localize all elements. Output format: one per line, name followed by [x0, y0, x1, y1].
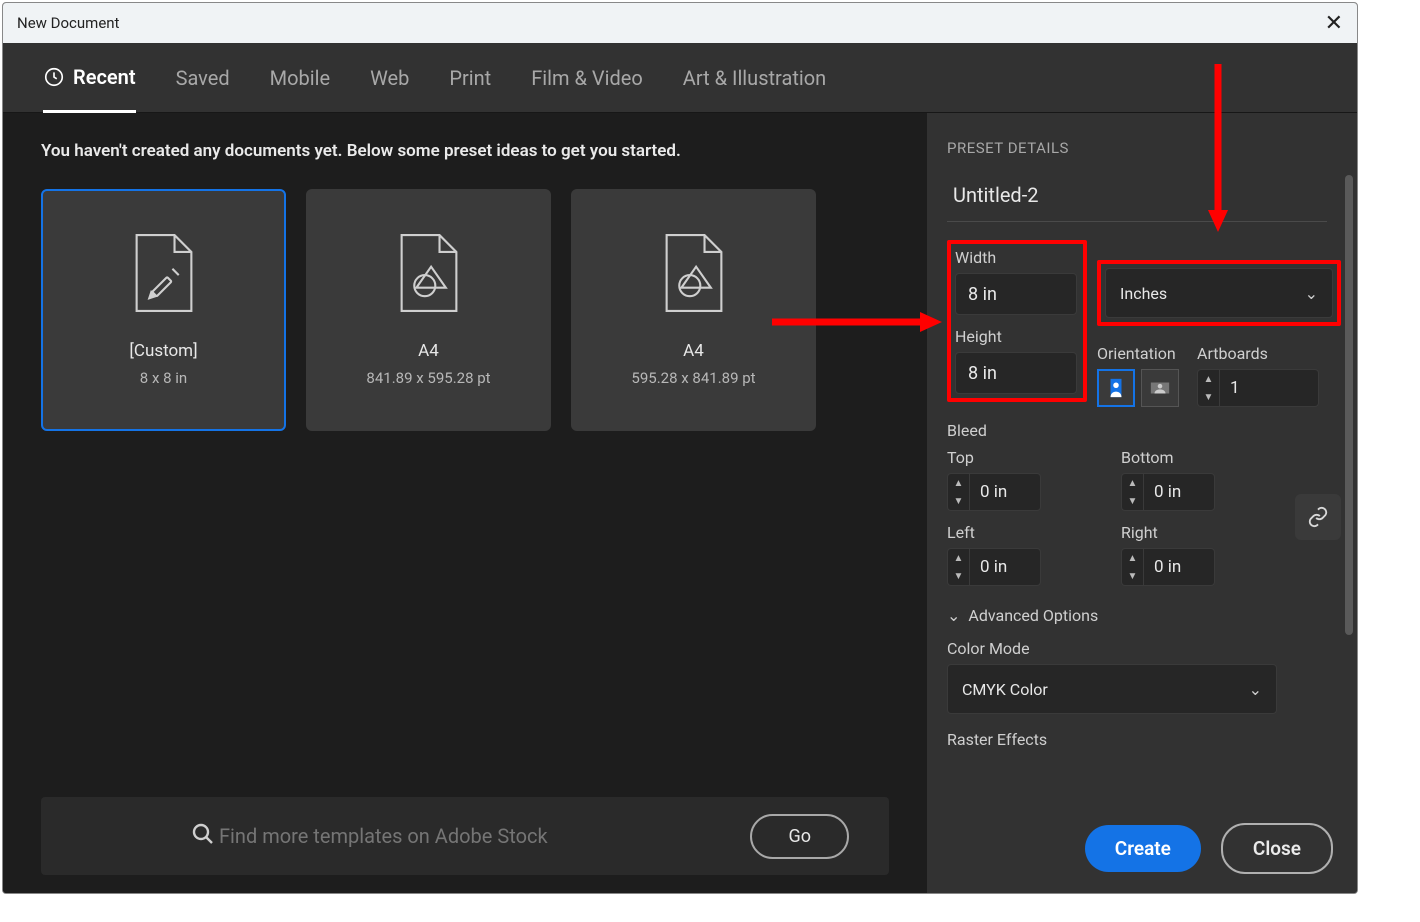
bleed-left-label: Left: [947, 523, 1103, 542]
preset-name: A4: [683, 341, 704, 361]
height-input[interactable]: [955, 352, 1077, 394]
document-a4-icon: [396, 233, 462, 313]
presets-pane: You haven't created any documents yet. B…: [3, 113, 927, 893]
preset-a4-landscape[interactable]: A4 841.89 x 595.28 pt: [306, 189, 551, 431]
dialog-footer: Create Close: [927, 803, 1357, 893]
clock-icon: [43, 66, 65, 88]
category-tabs: Recent Saved Mobile Web Print Film & Vid…: [3, 43, 1357, 113]
tab-web[interactable]: Web: [370, 43, 409, 113]
dialog-title: New Document: [17, 14, 119, 32]
document-name-input[interactable]: Untitled-2: [947, 177, 1327, 222]
document-a4-icon: [661, 233, 727, 313]
close-icon[interactable]: ✕: [1325, 11, 1343, 36]
orientation-landscape[interactable]: [1141, 369, 1179, 407]
bleed-left-input[interactable]: [969, 548, 1041, 586]
preset-dim: 8 x 8 in: [140, 369, 187, 387]
height-label: Height: [955, 327, 1079, 346]
preset-details-label: PRESET DETAILS: [947, 139, 1341, 157]
step-down-icon[interactable]: ▼: [1198, 388, 1219, 406]
bleed-left-stepper[interactable]: ▲▼: [947, 548, 1103, 586]
chevron-down-icon: ⌄: [1249, 680, 1262, 699]
preset-dim: 595.28 x 841.89 pt: [631, 369, 755, 387]
bleed-top-input[interactable]: [969, 473, 1041, 511]
close-button[interactable]: Close: [1221, 823, 1333, 874]
portrait-icon: [1105, 377, 1127, 399]
preset-dim: 841.89 x 595.28 pt: [366, 369, 490, 387]
template-search: Go: [41, 797, 889, 875]
go-button[interactable]: Go: [750, 814, 849, 859]
tab-saved[interactable]: Saved: [176, 43, 230, 113]
orientation-portrait[interactable]: [1097, 369, 1135, 407]
search-input[interactable]: [181, 824, 734, 848]
width-label: Width: [955, 248, 1079, 267]
artboards-label: Artboards: [1197, 344, 1319, 363]
orientation-label: Orientation: [1097, 344, 1179, 363]
annotation-highlight-width-height: Width Height: [947, 240, 1087, 402]
advanced-options-toggle[interactable]: ⌄ Advanced Options: [947, 606, 1341, 625]
bleed-right-stepper[interactable]: ▲▼: [1121, 548, 1277, 586]
bleed-right-label: Right: [1121, 523, 1277, 542]
create-button[interactable]: Create: [1085, 825, 1201, 872]
search-icon: [191, 822, 215, 850]
color-mode-label: Color Mode: [947, 639, 1341, 658]
width-input[interactable]: [955, 273, 1077, 315]
tab-art-illustration[interactable]: Art & Illustration: [683, 43, 826, 113]
chevron-down-icon: ⌄: [947, 606, 960, 625]
details-scrollbar[interactable]: [1345, 171, 1353, 803]
bleed-top-label: Top: [947, 448, 1103, 467]
units-dropdown[interactable]: Inches ⌄: [1105, 268, 1333, 318]
bleed-bottom-stepper[interactable]: ▲▼: [1121, 473, 1277, 511]
preset-a4-portrait[interactable]: A4 595.28 x 841.89 pt: [571, 189, 816, 431]
preset-name: [Custom]: [129, 341, 197, 361]
titlebar: New Document ✕: [3, 3, 1357, 43]
document-custom-icon: [131, 233, 197, 313]
annotation-highlight-units: Inches ⌄: [1097, 260, 1341, 326]
tab-print[interactable]: Print: [449, 43, 491, 113]
color-mode-dropdown[interactable]: CMYK Color ⌄: [947, 664, 1277, 714]
landscape-icon: [1149, 377, 1171, 399]
step-up-icon[interactable]: ▲: [1198, 370, 1219, 388]
preset-custom[interactable]: [Custom] 8 x 8 in: [41, 189, 286, 431]
tab-mobile[interactable]: Mobile: [270, 43, 330, 113]
chevron-down-icon: ⌄: [1305, 284, 1318, 303]
raster-effects-label: Raster Effects: [947, 730, 1341, 749]
bleed-right-input[interactable]: [1143, 548, 1215, 586]
artboards-stepper[interactable]: ▲▼: [1197, 369, 1319, 407]
artboards-input[interactable]: [1219, 369, 1319, 407]
tab-recent[interactable]: Recent: [43, 43, 136, 113]
bleed-top-stepper[interactable]: ▲▼: [947, 473, 1103, 511]
bleed-label: Bleed: [947, 421, 1341, 440]
link-icon: [1307, 506, 1329, 528]
tab-film-video[interactable]: Film & Video: [531, 43, 643, 113]
hint-text: You haven't created any documents yet. B…: [41, 141, 889, 161]
bleed-bottom-input[interactable]: [1143, 473, 1215, 511]
preset-name: A4: [418, 341, 439, 361]
details-pane: PRESET DETAILS Untitled-2 Width Height: [927, 113, 1357, 893]
link-bleed-button[interactable]: [1295, 494, 1341, 540]
bleed-bottom-label: Bottom: [1121, 448, 1277, 467]
new-document-dialog: New Document ✕ Recent Saved Mobile Web P…: [2, 2, 1358, 894]
